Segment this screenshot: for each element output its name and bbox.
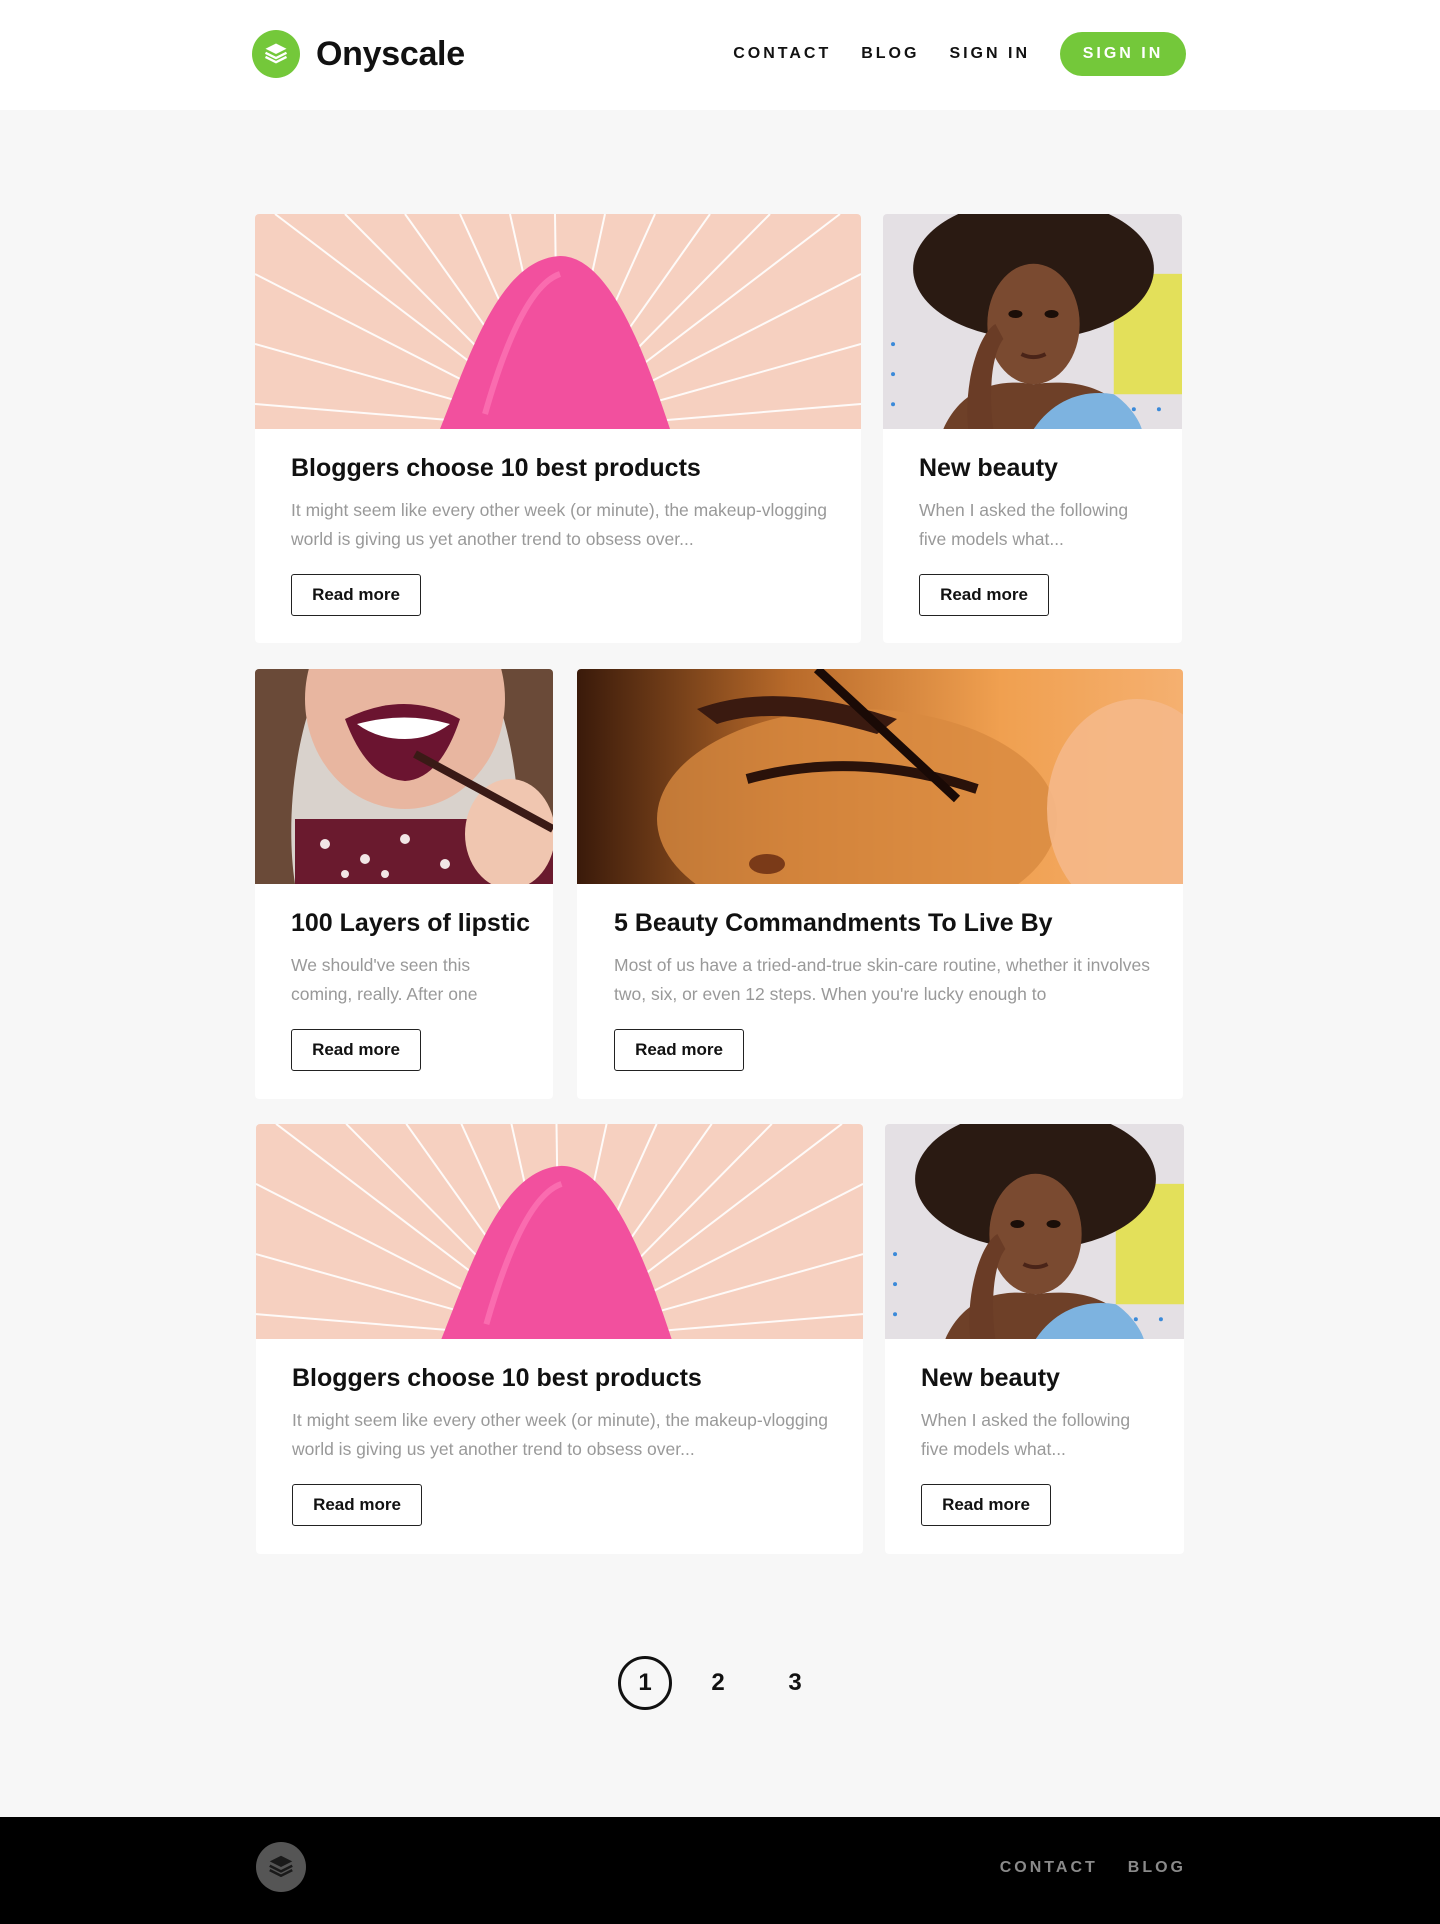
post-excerpt: It might seem like every other week (or …: [291, 500, 827, 549]
post-image-mascara[interactable]: [577, 669, 1183, 884]
read-more-button[interactable]: Read more: [291, 574, 421, 616]
post-card: 5 Beauty Commandments To Live By Most of…: [577, 669, 1183, 1099]
pagination: 1 2 3: [0, 1656, 1440, 1710]
post-card: 100 Layers of lipstic We should've seen …: [255, 669, 553, 1099]
read-more-button[interactable]: Read more: [921, 1484, 1051, 1526]
footer-blog-link[interactable]: BLOG: [1128, 1859, 1186, 1877]
post-title[interactable]: Bloggers choose 10 best products: [291, 454, 701, 483]
post-title[interactable]: Bloggers choose 10 best products: [292, 1364, 702, 1393]
post-card: New beauty When I asked the following fi…: [885, 1124, 1184, 1554]
post-excerpt: Most of us have a tried-and-true skin-ca…: [614, 955, 1150, 1004]
post-image-portrait[interactable]: [883, 214, 1182, 429]
post-excerpt: When I asked the following five models w…: [921, 1410, 1131, 1459]
read-more-button[interactable]: Read more: [292, 1484, 422, 1526]
layers-logo-icon: [252, 30, 300, 78]
post-image-portrait[interactable]: [885, 1124, 1184, 1339]
page-2-button[interactable]: 2: [691, 1656, 745, 1710]
nav-blog-link[interactable]: BLOG: [861, 45, 919, 63]
site-footer: CONTACT BLOG: [0, 1817, 1440, 1924]
post-excerpt: We should've seen this coming, really. A…: [291, 955, 478, 1004]
post-image-pink-sponge[interactable]: [255, 214, 861, 429]
post-title[interactable]: New beauty: [921, 1364, 1060, 1393]
post-image-pink-sponge[interactable]: [256, 1124, 863, 1339]
site-header: Onyscale CONTACT BLOG SIGN IN SIGN IN: [0, 0, 1440, 110]
post-title[interactable]: New beauty: [919, 454, 1058, 483]
brand-logo[interactable]: Onyscale: [252, 30, 465, 78]
read-more-button[interactable]: Read more: [614, 1029, 744, 1071]
sign-in-button[interactable]: SIGN IN: [1060, 32, 1186, 76]
post-title[interactable]: 5 Beauty Commandments To Live By: [614, 909, 1053, 938]
post-title[interactable]: 100 Layers of lipstic: [291, 909, 530, 938]
post-card: Bloggers choose 10 best products It migh…: [255, 214, 861, 643]
post-card: New beauty When I asked the following fi…: [883, 214, 1182, 643]
page-1-button[interactable]: 1: [618, 1656, 672, 1710]
nav-contact-link[interactable]: CONTACT: [733, 45, 831, 63]
brand-name: Onyscale: [316, 34, 465, 73]
page-3-button[interactable]: 3: [768, 1656, 822, 1710]
post-card: Bloggers choose 10 best products It migh…: [256, 1124, 863, 1554]
footer-layers-logo-icon[interactable]: [256, 1842, 306, 1892]
nav-sign-in-link[interactable]: SIGN IN: [949, 45, 1030, 63]
read-more-button[interactable]: Read more: [919, 574, 1049, 616]
footer-contact-link[interactable]: CONTACT: [1000, 1859, 1098, 1877]
read-more-button[interactable]: Read more: [291, 1029, 421, 1071]
post-image-lipstick[interactable]: [255, 669, 553, 884]
main-nav: CONTACT BLOG SIGN IN SIGN IN: [733, 32, 1186, 76]
post-excerpt: It might seem like every other week (or …: [292, 1410, 828, 1459]
post-excerpt: When I asked the following five models w…: [919, 500, 1129, 549]
footer-nav: CONTACT BLOG: [970, 1859, 1186, 1877]
